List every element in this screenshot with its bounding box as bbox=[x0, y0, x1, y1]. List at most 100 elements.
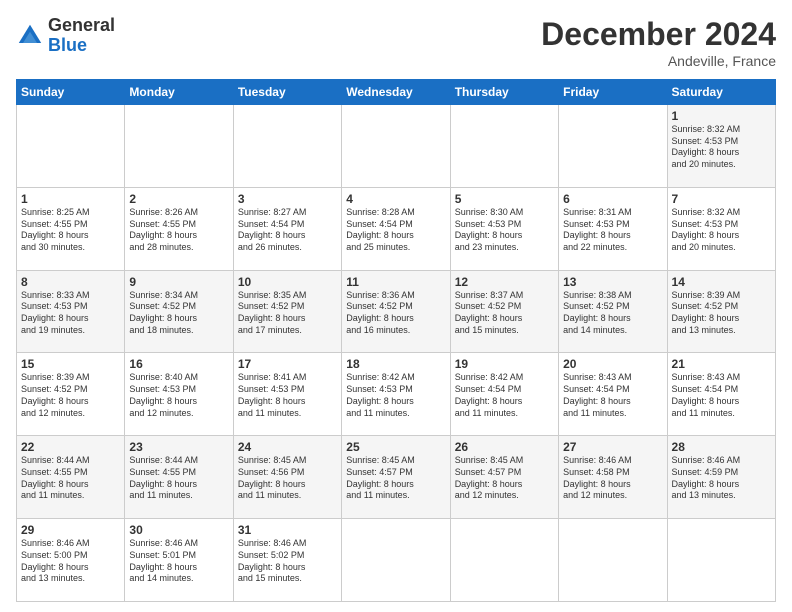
cell-info: Sunrise: 8:27 AMSunset: 4:54 PMDaylight:… bbox=[238, 207, 337, 254]
table-row: 1 Sunrise: 8:25 AMSunset: 4:55 PMDayligh… bbox=[17, 187, 776, 270]
cell-info: Sunrise: 8:46 AMSunset: 4:58 PMDaylight:… bbox=[563, 455, 662, 502]
table-cell: 1 Sunrise: 8:25 AMSunset: 4:55 PMDayligh… bbox=[17, 187, 125, 270]
table-cell bbox=[450, 105, 558, 188]
table-cell: 5 Sunrise: 8:30 AMSunset: 4:53 PMDayligh… bbox=[450, 187, 558, 270]
day-number: 24 bbox=[238, 440, 337, 454]
logo: General Blue bbox=[16, 16, 115, 56]
logo-text: General Blue bbox=[48, 16, 115, 56]
table-cell bbox=[450, 519, 558, 602]
day-number: 31 bbox=[238, 523, 337, 537]
day-number: 11 bbox=[346, 275, 445, 289]
day-number: 21 bbox=[672, 357, 771, 371]
title-block: December 2024 Andeville, France bbox=[541, 16, 776, 69]
col-saturday: Saturday bbox=[667, 80, 775, 105]
cell-info: Sunrise: 8:30 AMSunset: 4:53 PMDaylight:… bbox=[455, 207, 554, 254]
cell-info: Sunrise: 8:46 AMSunset: 5:01 PMDaylight:… bbox=[129, 538, 228, 585]
table-cell: 25 Sunrise: 8:45 AMSunset: 4:57 PMDaylig… bbox=[342, 436, 450, 519]
cell-info: Sunrise: 8:25 AMSunset: 4:55 PMDaylight:… bbox=[21, 207, 120, 254]
table-cell: 21 Sunrise: 8:43 AMSunset: 4:54 PMDaylig… bbox=[667, 353, 775, 436]
cell-info: Sunrise: 8:43 AMSunset: 4:54 PMDaylight:… bbox=[672, 372, 771, 419]
table-cell: 12 Sunrise: 8:37 AMSunset: 4:52 PMDaylig… bbox=[450, 270, 558, 353]
logo-general: General bbox=[48, 16, 115, 36]
cell-info: Sunrise: 8:37 AMSunset: 4:52 PMDaylight:… bbox=[455, 290, 554, 337]
col-sunday: Sunday bbox=[17, 80, 125, 105]
table-cell: 28 Sunrise: 8:46 AMSunset: 4:59 PMDaylig… bbox=[667, 436, 775, 519]
table-row: 22 Sunrise: 8:44 AMSunset: 4:55 PMDaylig… bbox=[17, 436, 776, 519]
table-cell bbox=[559, 105, 667, 188]
header-row: Sunday Monday Tuesday Wednesday Thursday… bbox=[17, 80, 776, 105]
day-number: 15 bbox=[21, 357, 120, 371]
table-row: 8 Sunrise: 8:33 AMSunset: 4:53 PMDayligh… bbox=[17, 270, 776, 353]
cell-info: Sunrise: 8:40 AMSunset: 4:53 PMDaylight:… bbox=[129, 372, 228, 419]
table-cell: 1 Sunrise: 8:32 AMSunset: 4:53 PMDayligh… bbox=[667, 105, 775, 188]
table-cell bbox=[559, 519, 667, 602]
day-number: 20 bbox=[563, 357, 662, 371]
col-monday: Monday bbox=[125, 80, 233, 105]
cell-info: Sunrise: 8:44 AMSunset: 4:55 PMDaylight:… bbox=[21, 455, 120, 502]
cell-info: Sunrise: 8:46 AMSunset: 5:00 PMDaylight:… bbox=[21, 538, 120, 585]
day-number: 7 bbox=[672, 192, 771, 206]
day-number: 19 bbox=[455, 357, 554, 371]
table-cell: 15 Sunrise: 8:39 AMSunset: 4:52 PMDaylig… bbox=[17, 353, 125, 436]
cell-info: Sunrise: 8:34 AMSunset: 4:52 PMDaylight:… bbox=[129, 290, 228, 337]
table-cell: 17 Sunrise: 8:41 AMSunset: 4:53 PMDaylig… bbox=[233, 353, 341, 436]
day-number: 28 bbox=[672, 440, 771, 454]
calendar-table: Sunday Monday Tuesday Wednesday Thursday… bbox=[16, 79, 776, 602]
cell-info: Sunrise: 8:41 AMSunset: 4:53 PMDaylight:… bbox=[238, 372, 337, 419]
table-row: 15 Sunrise: 8:39 AMSunset: 4:52 PMDaylig… bbox=[17, 353, 776, 436]
cell-info: Sunrise: 8:36 AMSunset: 4:52 PMDaylight:… bbox=[346, 290, 445, 337]
table-cell: 8 Sunrise: 8:33 AMSunset: 4:53 PMDayligh… bbox=[17, 270, 125, 353]
table-cell: 9 Sunrise: 8:34 AMSunset: 4:52 PMDayligh… bbox=[125, 270, 233, 353]
day-number: 14 bbox=[672, 275, 771, 289]
month-title: December 2024 bbox=[541, 16, 776, 53]
logo-blue: Blue bbox=[48, 36, 115, 56]
day-number: 5 bbox=[455, 192, 554, 206]
page-container: General Blue December 2024 Andeville, Fr… bbox=[0, 0, 792, 612]
table-cell: 22 Sunrise: 8:44 AMSunset: 4:55 PMDaylig… bbox=[17, 436, 125, 519]
table-row: 29 Sunrise: 8:46 AMSunset: 5:00 PMDaylig… bbox=[17, 519, 776, 602]
logo-icon bbox=[16, 22, 44, 50]
table-cell bbox=[125, 105, 233, 188]
day-number: 8 bbox=[21, 275, 120, 289]
day-number: 9 bbox=[129, 275, 228, 289]
table-cell: 26 Sunrise: 8:45 AMSunset: 4:57 PMDaylig… bbox=[450, 436, 558, 519]
day-number: 18 bbox=[346, 357, 445, 371]
table-cell bbox=[233, 105, 341, 188]
table-cell bbox=[17, 105, 125, 188]
table-cell: 27 Sunrise: 8:46 AMSunset: 4:58 PMDaylig… bbox=[559, 436, 667, 519]
day-number: 13 bbox=[563, 275, 662, 289]
table-cell: 7 Sunrise: 8:32 AMSunset: 4:53 PMDayligh… bbox=[667, 187, 775, 270]
cell-info: Sunrise: 8:31 AMSunset: 4:53 PMDaylight:… bbox=[563, 207, 662, 254]
day-number: 25 bbox=[346, 440, 445, 454]
day-number: 6 bbox=[563, 192, 662, 206]
cell-info: Sunrise: 8:26 AMSunset: 4:55 PMDaylight:… bbox=[129, 207, 228, 254]
col-tuesday: Tuesday bbox=[233, 80, 341, 105]
cell-info: Sunrise: 8:39 AMSunset: 4:52 PMDaylight:… bbox=[21, 372, 120, 419]
table-cell: 29 Sunrise: 8:46 AMSunset: 5:00 PMDaylig… bbox=[17, 519, 125, 602]
table-cell: 16 Sunrise: 8:40 AMSunset: 4:53 PMDaylig… bbox=[125, 353, 233, 436]
cell-info: Sunrise: 8:46 AMSunset: 4:59 PMDaylight:… bbox=[672, 455, 771, 502]
table-cell: 20 Sunrise: 8:43 AMSunset: 4:54 PMDaylig… bbox=[559, 353, 667, 436]
col-thursday: Thursday bbox=[450, 80, 558, 105]
calendar-header: Sunday Monday Tuesday Wednesday Thursday… bbox=[17, 80, 776, 105]
col-friday: Friday bbox=[559, 80, 667, 105]
location: Andeville, France bbox=[541, 53, 776, 69]
cell-info: Sunrise: 8:38 AMSunset: 4:52 PMDaylight:… bbox=[563, 290, 662, 337]
col-wednesday: Wednesday bbox=[342, 80, 450, 105]
table-cell bbox=[342, 519, 450, 602]
table-cell: 30 Sunrise: 8:46 AMSunset: 5:01 PMDaylig… bbox=[125, 519, 233, 602]
table-cell: 31 Sunrise: 8:46 AMSunset: 5:02 PMDaylig… bbox=[233, 519, 341, 602]
cell-info: Sunrise: 8:42 AMSunset: 4:54 PMDaylight:… bbox=[455, 372, 554, 419]
day-number: 4 bbox=[346, 192, 445, 206]
cell-info: Sunrise: 8:45 AMSunset: 4:56 PMDaylight:… bbox=[238, 455, 337, 502]
day-number: 30 bbox=[129, 523, 228, 537]
day-number: 29 bbox=[21, 523, 120, 537]
table-cell bbox=[342, 105, 450, 188]
day-number: 1 bbox=[21, 192, 120, 206]
table-cell: 18 Sunrise: 8:42 AMSunset: 4:53 PMDaylig… bbox=[342, 353, 450, 436]
cell-info: Sunrise: 8:33 AMSunset: 4:53 PMDaylight:… bbox=[21, 290, 120, 337]
day-number: 22 bbox=[21, 440, 120, 454]
table-cell: 23 Sunrise: 8:44 AMSunset: 4:55 PMDaylig… bbox=[125, 436, 233, 519]
table-cell: 13 Sunrise: 8:38 AMSunset: 4:52 PMDaylig… bbox=[559, 270, 667, 353]
table-row: 1 Sunrise: 8:32 AMSunset: 4:53 PMDayligh… bbox=[17, 105, 776, 188]
